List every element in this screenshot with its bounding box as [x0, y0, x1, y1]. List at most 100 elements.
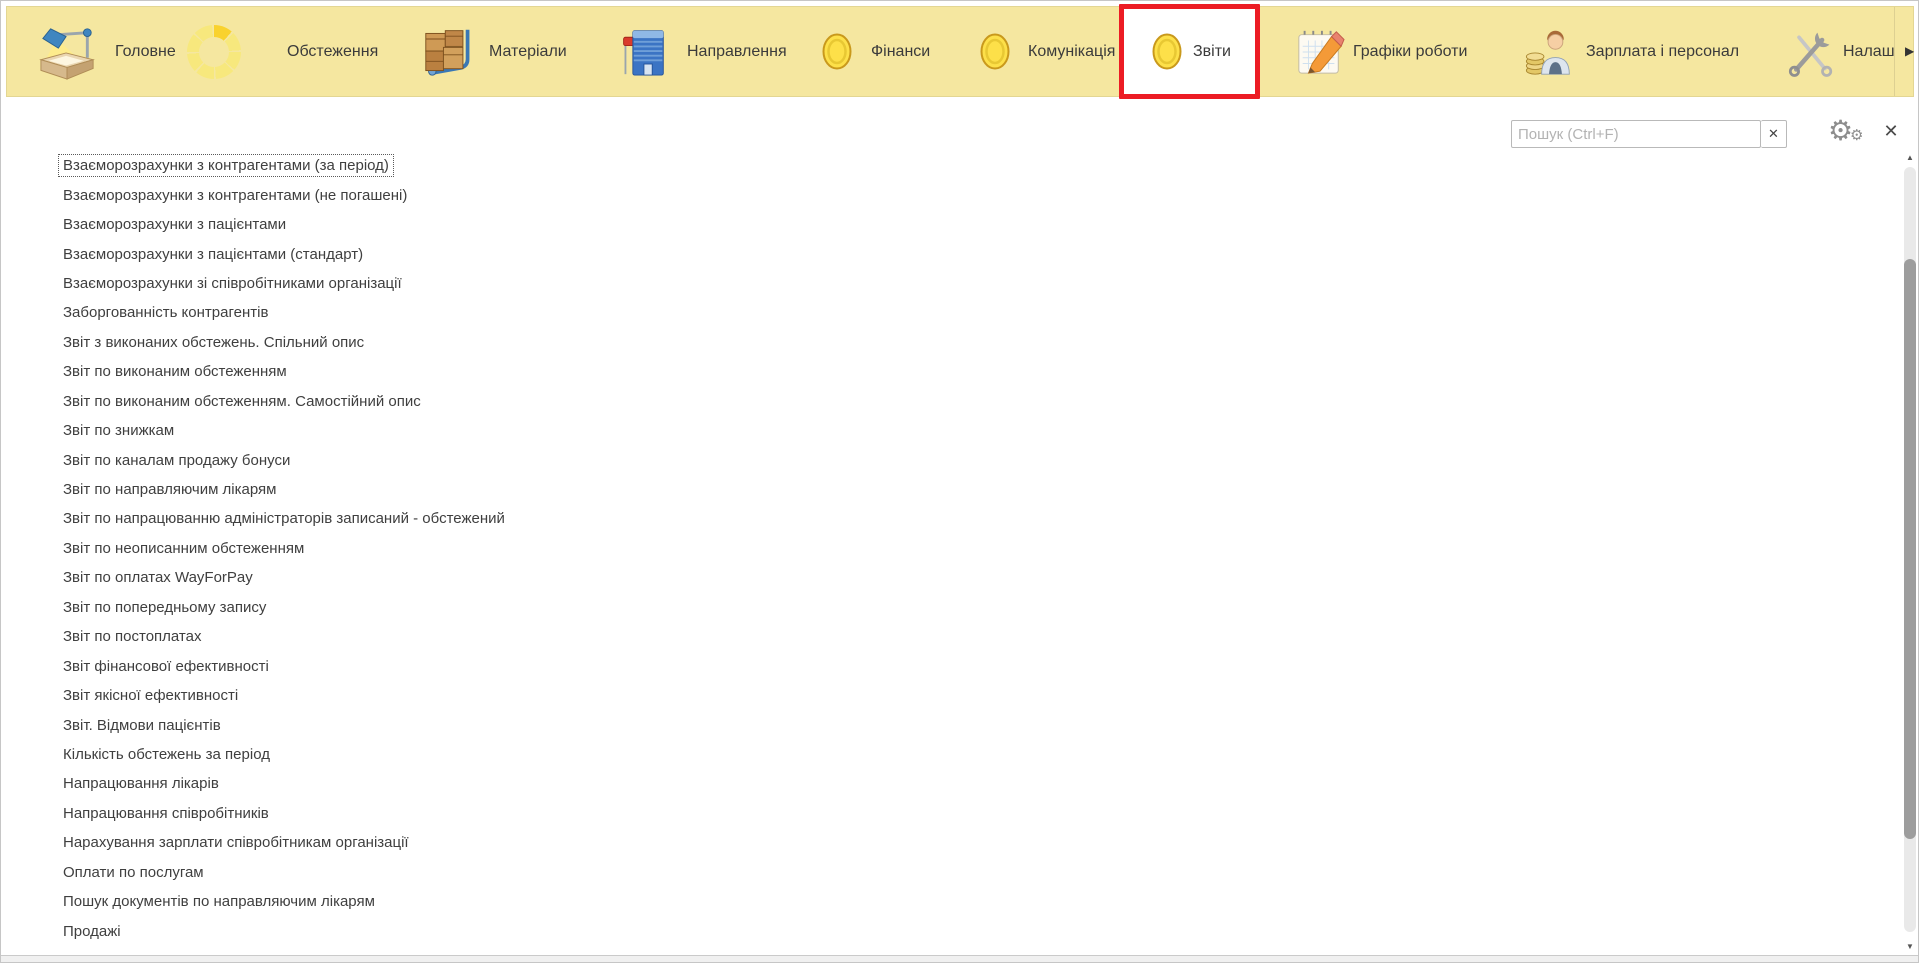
menu-item-label: Головне — [115, 42, 176, 60]
report-link-label: Звіт по неописанним обстеженням — [63, 539, 305, 557]
report-link-label: Звіт. Відмови пацієнтів — [63, 716, 221, 734]
report-link-row[interactable]: Напрацювання співробітників — [45, 799, 1798, 828]
report-link-label: Нарахування зарплати співробітникам орга… — [63, 834, 409, 852]
report-link-row[interactable]: Звіт. Відмови пацієнтів — [45, 710, 1798, 739]
menu-item-label: Направлення — [687, 42, 787, 60]
report-list: Взаєморозрахунки з контрагентами (за пер… — [45, 151, 1798, 946]
report-link-label: Звіт по виконаним обстеженням. Самостійн… — [63, 392, 421, 410]
menu-item-label: Налаш — [1843, 42, 1895, 60]
gear-small-icon: ⚙ — [1850, 127, 1864, 144]
window-bottom-edge — [1, 955, 1918, 962]
menu-overflow-arrow-icon[interactable]: ▶ — [1905, 45, 1914, 57]
report-link-row[interactable]: Нарахування зарплати співробітникам орга… — [45, 828, 1798, 857]
coin-icon — [980, 33, 1010, 70]
report-link-label: Звіт по виконаним обстеженням — [63, 363, 287, 381]
report-link-row[interactable]: Звіт по неописанним обстеженням — [45, 534, 1798, 563]
report-link-label: Взаєморозрахунки з контрагентами (за пер… — [58, 154, 394, 178]
report-link-label: Взаєморозрахунки з пацієнтами — [63, 216, 287, 234]
report-link-row[interactable]: Звіт якісної ефективності — [45, 681, 1798, 710]
report-link-label: Взаєморозрахунки зі співробітниками орга… — [63, 274, 402, 292]
report-link-row[interactable]: Кількість обстежень за період — [45, 740, 1798, 769]
crates-icon — [423, 26, 475, 78]
settings-gear-icon[interactable]: ⚙ ⚙ — [1828, 115, 1868, 150]
menu-item-label: Матеріали — [489, 42, 567, 60]
main-menu-bar: Головне Обстеження Матеріали Направлення Фін… — [6, 4, 1914, 99]
menu-item-zvity[interactable]: Звіти — [1152, 7, 1231, 96]
report-link-row[interactable]: Взаєморозрахунки зі співробітниками орга… — [45, 269, 1798, 298]
loading-ring-icon — [187, 24, 241, 79]
report-link-label: Звіт по напрацюванню адміністраторів зап… — [63, 510, 505, 528]
report-link-label: Звіт фінансової ефективності — [63, 657, 269, 675]
building-flag-icon — [619, 24, 667, 80]
report-link-row[interactable]: Напрацювання лікарів — [45, 769, 1798, 798]
report-link-row[interactable]: Взаєморозрахунки з контрагентами (за пер… — [45, 151, 1798, 180]
menu-item-label: Фінанси — [871, 42, 931, 60]
report-link-row[interactable]: Взаєморозрахунки з контрагентами (не пог… — [45, 180, 1798, 209]
report-link-row[interactable]: Звіт по виконаним обстеженням — [45, 357, 1798, 386]
search-box: ✕ — [1511, 120, 1787, 148]
report-link-label: Взаєморозрахунки з пацієнтами (стандарт) — [63, 245, 364, 263]
coin-icon — [822, 33, 852, 70]
menu-item-finansy[interactable]: Фінанси — [822, 7, 930, 96]
menu-item-hrafiky-roboty[interactable]: Графіки роботи — [1295, 7, 1467, 96]
report-link-label: Звіт якісної ефективності — [63, 687, 239, 705]
menu-item-label: Графіки роботи — [1353, 42, 1468, 60]
menu-item-napravlennia[interactable]: Направлення — [619, 7, 787, 96]
menu-item-label: Обстеження — [287, 42, 379, 60]
report-link-row[interactable]: Звіт по знижкам — [45, 416, 1798, 445]
person-coins-icon — [1525, 26, 1573, 78]
report-link-row[interactable]: Звіт по оплатах WayForPay — [45, 563, 1798, 592]
menu-item-nalashtuvannia[interactable]: Налаш — [1788, 7, 1895, 96]
close-panel-button[interactable]: ✕ — [1879, 119, 1903, 143]
menu-item-label: Комунікація — [1028, 42, 1116, 60]
report-link-row[interactable]: Заборгованність контрагентів — [45, 298, 1798, 327]
application-window: Головне Обстеження Матеріали Направлення Фін… — [0, 0, 1919, 963]
report-link-label: Звіт по постоплатах — [63, 628, 202, 646]
report-link-label: Кількість обстежень за період — [63, 745, 270, 763]
search-clear-button[interactable]: ✕ — [1761, 120, 1787, 148]
report-link-label: Продажі — [63, 922, 121, 940]
report-link-label: Напрацювання співробітників — [63, 804, 269, 822]
report-link-row[interactable]: Звіт по напрацюванню адміністраторів зап… — [45, 504, 1798, 533]
report-link-row[interactable]: Звіт з виконаних обстежень. Спільний опи… — [45, 328, 1798, 357]
menu-item-label: Зарплата і персонал — [1586, 42, 1740, 60]
report-link-row[interactable]: Звіт по каналам продажу бонуси — [45, 445, 1798, 474]
report-link-row[interactable]: Звіт по виконаним обстеженням. Самостійн… — [45, 387, 1798, 416]
report-link-label: Оплати по послугам — [63, 863, 204, 881]
report-link-row[interactable]: Взаєморозрахунки з пацієнтами (стандарт) — [45, 239, 1798, 268]
notepad-pencil-icon — [1295, 26, 1345, 78]
report-link-label: Заборгованність контрагентів — [63, 304, 269, 322]
report-link-label: Взаєморозрахунки з контрагентами (не пог… — [63, 186, 408, 204]
report-link-row[interactable]: Продажі — [45, 916, 1798, 945]
menu-overflow-divider — [1894, 7, 1895, 96]
scroll-up-icon[interactable]: ▲ — [1903, 153, 1917, 163]
report-link-label: Звіт по знижкам — [63, 422, 175, 440]
report-link-label: Звіт по каналам продажу бонуси — [63, 451, 291, 469]
coin-icon — [1152, 33, 1182, 70]
report-link-label: Звіт по оплатах WayForPay — [63, 569, 253, 587]
menu-item-holovne[interactable]: Головне — [37, 7, 176, 96]
desk-lamp-icon — [37, 23, 99, 81]
search-input[interactable] — [1511, 120, 1761, 148]
scrollbar-thumb[interactable] — [1904, 259, 1916, 839]
report-link-label: Звіт по попередньому запису — [63, 598, 267, 616]
vertical-scrollbar[interactable] — [1904, 167, 1916, 932]
report-link-row[interactable]: Взаєморозрахунки з пацієнтами — [45, 210, 1798, 239]
report-link-row[interactable]: Звіт по направляючим лікарям — [45, 475, 1798, 504]
loading-ring-shape — [187, 24, 241, 79]
report-link-row[interactable]: Звіт по постоплатах — [45, 622, 1798, 651]
report-link-label: Напрацювання лікарів — [63, 775, 219, 793]
report-link-row[interactable]: Пошук документів по направляючим лікарям — [45, 887, 1798, 916]
scroll-down-icon[interactable]: ▼ — [1903, 942, 1917, 952]
menu-item-komunikatsiia[interactable]: Комунікація — [980, 7, 1115, 96]
report-link-row[interactable]: Звіт по попередньому запису — [45, 593, 1798, 622]
report-link-row[interactable]: Оплати по послугам — [45, 858, 1798, 887]
menu-item-zarplata-i-personal[interactable]: Зарплата і персонал — [1525, 7, 1739, 96]
report-link-label: Звіт по направляючим лікарям — [63, 481, 277, 499]
report-link-label: Звіт з виконаних обстежень. Спільний опи… — [63, 333, 365, 351]
menu-item-obstezhennia[interactable]: Обстеження — [187, 7, 378, 96]
report-link-label: Пошук документів по направляючим лікарям — [63, 893, 375, 911]
menu-item-materialy[interactable]: Матеріали — [423, 7, 567, 96]
report-link-row[interactable]: Звіт фінансової ефективності — [45, 651, 1798, 680]
menu-item-label: Звіти — [1193, 42, 1231, 60]
